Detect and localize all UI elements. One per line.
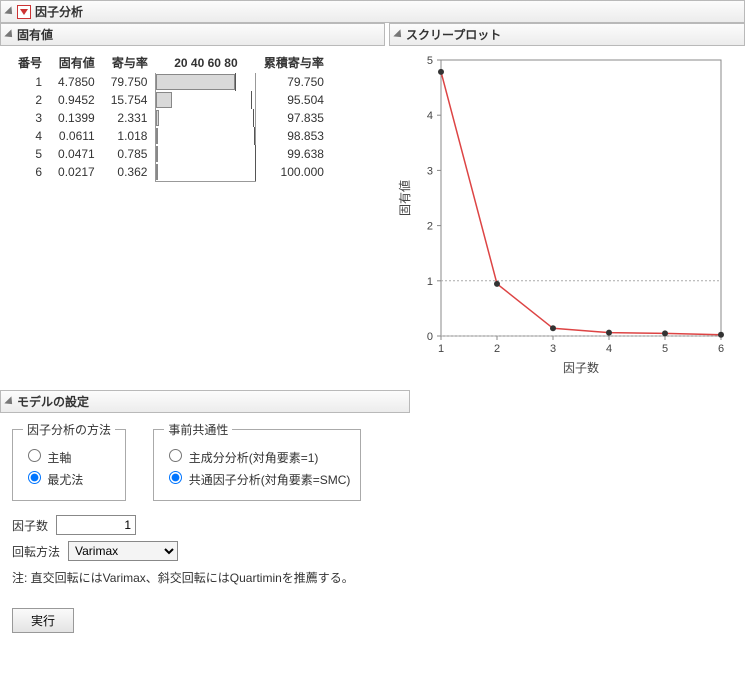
svg-text:5: 5: [427, 55, 433, 67]
cell-num: 2: [10, 91, 50, 109]
radio-ml-label: 最尤法: [47, 473, 83, 487]
eigen-title: 固有値: [17, 26, 53, 43]
options-menu-icon[interactable]: [17, 5, 31, 19]
cell-eigen: 0.0217: [50, 163, 103, 181]
radio-pa-label: 主軸: [47, 451, 71, 465]
svg-text:3: 3: [550, 343, 556, 355]
radio-ml[interactable]: [28, 471, 41, 484]
panel-header-factor-analysis[interactable]: 因子分析: [0, 0, 745, 23]
rotation-label: 回転方法: [12, 543, 60, 560]
svg-text:2: 2: [427, 221, 433, 233]
eigen-table: 番号 固有値 寄与率 20 40 60 80 累積寄与率 14.785079.7…: [10, 52, 332, 182]
cell-cum: 99.638: [256, 145, 332, 163]
svg-text:3: 3: [427, 165, 433, 177]
col-contrib: 寄与率: [103, 52, 156, 73]
svg-text:1: 1: [427, 276, 433, 288]
cell-cum: 98.853: [256, 127, 332, 145]
radio-row-pca[interactable]: 主成分分析(対角要素=1): [164, 446, 350, 466]
panel-header-scree[interactable]: スクリープロット: [389, 23, 745, 46]
cell-bar: [156, 73, 256, 91]
disclosure-icon: [393, 29, 404, 40]
cell-contrib: 0.362: [103, 163, 156, 181]
cell-cum: 95.504: [256, 91, 332, 109]
disclosure-icon: [4, 396, 15, 407]
rotation-select[interactable]: Varimax: [68, 541, 178, 561]
table-row: 14.785079.75079.750: [10, 73, 332, 91]
svg-text:0: 0: [427, 331, 433, 343]
cell-num: 1: [10, 73, 50, 91]
nfactors-input[interactable]: [56, 515, 136, 535]
cell-bar: [156, 163, 256, 181]
svg-text:6: 6: [718, 343, 724, 355]
cell-contrib: 15.754: [103, 91, 156, 109]
cell-contrib: 79.750: [103, 73, 156, 91]
svg-text:5: 5: [662, 343, 668, 355]
disclosure-icon: [4, 6, 15, 17]
cell-eigen: 0.0471: [50, 145, 103, 163]
cell-bar: [156, 145, 256, 163]
scree-plot: 012345123456因子数固有値: [389, 46, 745, 384]
col-num: 番号: [10, 52, 50, 73]
cell-bar: [156, 127, 256, 145]
radio-row-ml[interactable]: 最尤法: [23, 468, 115, 488]
fieldset-prior: 事前共通性 主成分分析(対角要素=1) 共通因子分析(対角要素=SMC): [153, 421, 361, 501]
radio-pa[interactable]: [28, 449, 41, 462]
cell-cum: 79.750: [256, 73, 332, 91]
cell-eigen: 4.7850: [50, 73, 103, 91]
radio-cfa[interactable]: [169, 471, 182, 484]
cell-contrib: 0.785: [103, 145, 156, 163]
svg-text:4: 4: [606, 343, 612, 355]
cell-eigen: 0.9452: [50, 91, 103, 109]
svg-text:4: 4: [427, 110, 433, 122]
svg-text:固有値: 固有値: [397, 180, 412, 216]
cell-num: 3: [10, 109, 50, 127]
cell-contrib: 1.018: [103, 127, 156, 145]
cell-num: 4: [10, 127, 50, 145]
radio-pca-label: 主成分分析(対角要素=1): [189, 451, 319, 465]
table-row: 60.02170.362 100.000: [10, 163, 332, 181]
table-row: 40.06111.018 98.853: [10, 127, 332, 145]
cell-bar: [156, 109, 256, 127]
cell-eigen: 0.0611: [50, 127, 103, 145]
nfactors-label: 因子数: [12, 517, 48, 534]
table-row: 50.04710.785 99.638: [10, 145, 332, 163]
cell-cum: 100.000: [256, 163, 332, 181]
method-legend: 因子分析の方法: [23, 421, 115, 438]
cell-num: 5: [10, 145, 50, 163]
radio-row-pa[interactable]: 主軸: [23, 446, 115, 466]
radio-pca[interactable]: [169, 449, 182, 462]
radio-cfa-label: 共通因子分析(対角要素=SMC): [189, 473, 351, 487]
col-cum: 累積寄与率: [256, 52, 332, 73]
col-bar: 20 40 60 80: [156, 52, 256, 73]
radio-row-cfa[interactable]: 共通因子分析(対角要素=SMC): [164, 468, 350, 488]
table-row: 20.945215.754 95.504: [10, 91, 332, 109]
panel-header-model[interactable]: モデルの設定: [0, 390, 410, 413]
scree-title: スクリープロット: [406, 26, 501, 43]
table-row: 30.13992.331 97.835: [10, 109, 332, 127]
cell-cum: 97.835: [256, 109, 332, 127]
cell-bar: [156, 91, 256, 109]
cell-eigen: 0.1399: [50, 109, 103, 127]
panel-header-eigen[interactable]: 固有値: [0, 23, 385, 46]
prior-legend: 事前共通性: [164, 421, 232, 438]
cell-num: 6: [10, 163, 50, 181]
fieldset-method: 因子分析の方法 主軸 最尤法: [12, 421, 126, 501]
model-title: モデルの設定: [17, 393, 89, 410]
svg-text:因子数: 因子数: [563, 360, 599, 375]
rotation-note: 注: 直交回転にはVarimax、斜交回転にはQuartiminを推薦する。: [12, 569, 398, 586]
svg-text:1: 1: [438, 343, 444, 355]
disclosure-icon: [4, 29, 15, 40]
panel-title: 因子分析: [35, 3, 83, 20]
col-eigen: 固有値: [50, 52, 103, 73]
cell-contrib: 2.331: [103, 109, 156, 127]
run-button[interactable]: 実行: [12, 608, 74, 633]
svg-text:2: 2: [494, 343, 500, 355]
